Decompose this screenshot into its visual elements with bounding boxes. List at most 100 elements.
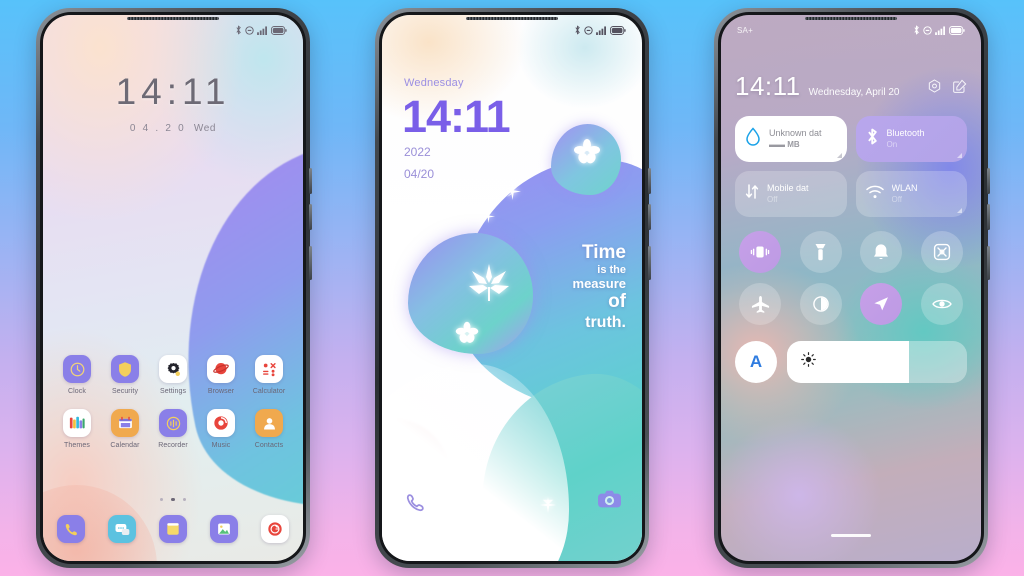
clock-icon [63,355,91,383]
app-label: Music [211,442,231,449]
dock-icon-gallery[interactable] [210,515,238,543]
flower-icon [572,137,602,172]
toggle-dark-mode[interactable] [799,283,842,325]
toggle-ringer[interactable] [860,231,903,273]
app-icon-music[interactable]: Music [197,409,245,449]
tile-expand-corner[interactable] [957,153,962,158]
volume-down-button[interactable] [309,204,312,230]
edit-icon[interactable] [952,79,967,99]
battery-icon [949,25,965,35]
app-icon-security[interactable]: Security [101,355,149,395]
tile-label: Bluetooth [886,128,925,139]
quote-line-4: of [608,291,626,313]
phone1-screen: 14:11 0 4 . 2 0 Wed Clock Security Setti… [43,15,303,561]
dock [51,515,295,543]
toggle-flashlight[interactable] [799,231,842,273]
power-button[interactable] [987,246,990,280]
recorder-icon [159,409,187,437]
volume-up-button[interactable] [309,168,312,194]
home-clock-widget[interactable]: 14:11 0 4 . 2 0 Wed [43,71,303,134]
phone2-screen: Wednesday 14:11 2022 04/20 Time is the m… [382,15,642,561]
lock-shortcut-camera[interactable] [597,489,622,515]
status-carrier: SA+ [737,25,753,35]
lock-shortcut-phone[interactable] [404,491,427,519]
toggle-location[interactable] [860,283,903,325]
app-icon-browser[interactable]: Browser [197,355,245,395]
tile-expand-corner[interactable] [957,208,962,213]
sparkle-icon [540,497,556,518]
app-grid: Clock Security Settings Browser Calculat… [53,355,293,449]
cc-date: Wednesday, April 20 [808,87,900,98]
wallpaper-quote: Time is the measure of truth. [536,242,626,331]
toggle-screenshot[interactable] [920,231,963,273]
power-button[interactable] [648,246,651,280]
page-dot[interactable] [159,497,164,501]
signal-icon [257,25,268,35]
auto-brightness-button[interactable]: A [735,341,777,383]
volume-down-button[interactable] [987,204,990,230]
app-icon-calculator[interactable]: Calculator [245,355,293,395]
app-label: Recorder [158,442,188,449]
page-dot-active[interactable] [171,497,175,501]
dock-icon-messages[interactable] [108,515,136,543]
page-dot[interactable] [182,497,187,501]
cc-actions [927,79,967,102]
page-indicator[interactable] [43,497,303,501]
app-icon-calendar[interactable]: Calendar [101,409,149,449]
app-label: Settings [159,388,187,395]
app-label: Calendar [110,442,140,449]
toggle-grid [735,231,967,325]
volume-up-button[interactable] [648,168,651,194]
dock-icon-notes[interactable] [159,515,187,543]
power-button[interactable] [309,246,312,280]
status-icons [235,25,287,35]
volume-up-button[interactable] [987,168,990,194]
gear-icon[interactable] [927,79,942,99]
battery-icon [610,25,626,35]
lock-monthday: 04/20 [404,167,435,181]
tile-wlan[interactable]: WLAN Off [855,171,967,217]
browser-icon [207,355,235,383]
tile-mobile-data[interactable]: Mobile dat Off [735,171,847,217]
earpiece-speaker [805,17,897,20]
phone-frame: SA+ 14:11 Wednesday, April 20 Unknown da… [714,8,990,568]
app-icon-contacts[interactable]: Contacts [245,409,293,449]
volume-down-button[interactable] [648,204,651,230]
toggle-vibrate[interactable] [739,231,782,273]
app-label: Clock [67,388,86,395]
drag-handle[interactable] [831,534,871,537]
phone-home-screen: 14:11 0 4 . 2 0 Wed Clock Security Setti… [36,8,312,568]
dock-icon-phone[interactable] [57,515,85,543]
tile-data-usage[interactable]: Unknown dat ▬▬ MB [735,116,847,162]
shield-icon [111,355,139,383]
themes-icon [63,409,91,437]
status-icons [574,25,626,35]
sparkle-icon [504,183,521,205]
tile-label: Mobile dat [767,183,809,194]
phone-frame: 14:11 0 4 . 2 0 Wed Clock Security Setti… [36,8,312,568]
dock-icon-camera[interactable] [261,515,289,543]
toggle-airplane[interactable] [739,283,782,325]
app-icon-recorder[interactable]: Recorder [149,409,197,449]
phone-inner-bezel: 14:11 0 4 . 2 0 Wed Clock Security Setti… [40,12,306,564]
leaf-icon [467,263,511,308]
wifi-icon [865,185,884,204]
brightness-slider[interactable] [787,341,967,383]
lock-weekday: Wednesday [404,77,464,89]
app-label: Security [111,388,139,395]
tile-sublabel: ▬▬ MB [769,139,800,149]
phone-lock-screen: Wednesday 14:11 2022 04/20 Time is the m… [375,8,651,568]
tile-label: Unknown dat [769,128,822,139]
toggle-reading-mode[interactable] [920,283,963,325]
data-drop-icon [745,127,761,151]
brightness-row: A [735,341,967,383]
app-label: Browser [207,388,235,395]
tile-sublabel: Off [891,194,903,204]
app-icon-clock[interactable]: Clock [53,355,101,395]
dnd-icon [584,25,593,35]
tile-expand-corner[interactable] [836,153,842,158]
app-icon-settings[interactable]: Settings [149,355,197,395]
tile-bluetooth[interactable]: Bluetooth On [855,116,967,162]
app-icon-themes[interactable]: Themes [53,409,101,449]
clock-date: 0 4 . 2 0 Wed [43,123,303,134]
